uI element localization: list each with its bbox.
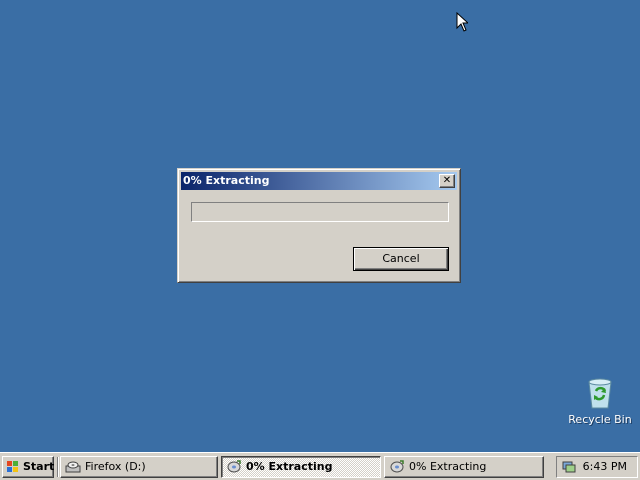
close-button[interactable]: ✕ — [439, 174, 455, 188]
taskbar-separator — [57, 457, 59, 477]
drive-icon — [65, 461, 81, 473]
start-label: Start — [23, 460, 55, 473]
task-button-extracting[interactable]: 0% Extracting — [384, 456, 544, 478]
task-label: 0% Extracting — [246, 460, 333, 473]
extract-dialog: 0% Extracting ✕ Cancel — [177, 168, 461, 283]
dialog-titlebar[interactable]: 0% Extracting ✕ — [181, 172, 457, 190]
mouse-cursor-icon — [456, 12, 468, 32]
clock[interactable]: 6:43 PM — [583, 457, 627, 477]
progress-bar — [191, 202, 449, 222]
network-icon[interactable] — [561, 460, 577, 474]
system-tray: 6:43 PM — [556, 456, 638, 478]
taskbar: Start Firefox (D:) 0% Extracting 0% Extr… — [0, 452, 640, 480]
desktop-icon-recycle-bin[interactable]: Recycle Bin — [568, 376, 632, 426]
task-button-firefox-drive[interactable]: Firefox (D:) — [60, 456, 218, 478]
task-button-extracting-active[interactable]: 0% Extracting — [221, 456, 381, 478]
recycle-bin-icon — [588, 378, 612, 409]
desktop-icon-label: Recycle Bin — [568, 413, 632, 426]
cancel-button[interactable]: Cancel — [353, 247, 449, 271]
task-label: 0% Extracting — [409, 460, 487, 473]
extract-icon — [390, 460, 404, 473]
close-icon: ✕ — [442, 175, 452, 186]
extract-icon — [227, 460, 241, 473]
dialog-title: 0% Extracting — [183, 174, 270, 187]
task-label: Firefox (D:) — [85, 460, 146, 473]
start-button[interactable]: Start — [2, 456, 54, 478]
windows-logo-icon — [7, 461, 18, 472]
